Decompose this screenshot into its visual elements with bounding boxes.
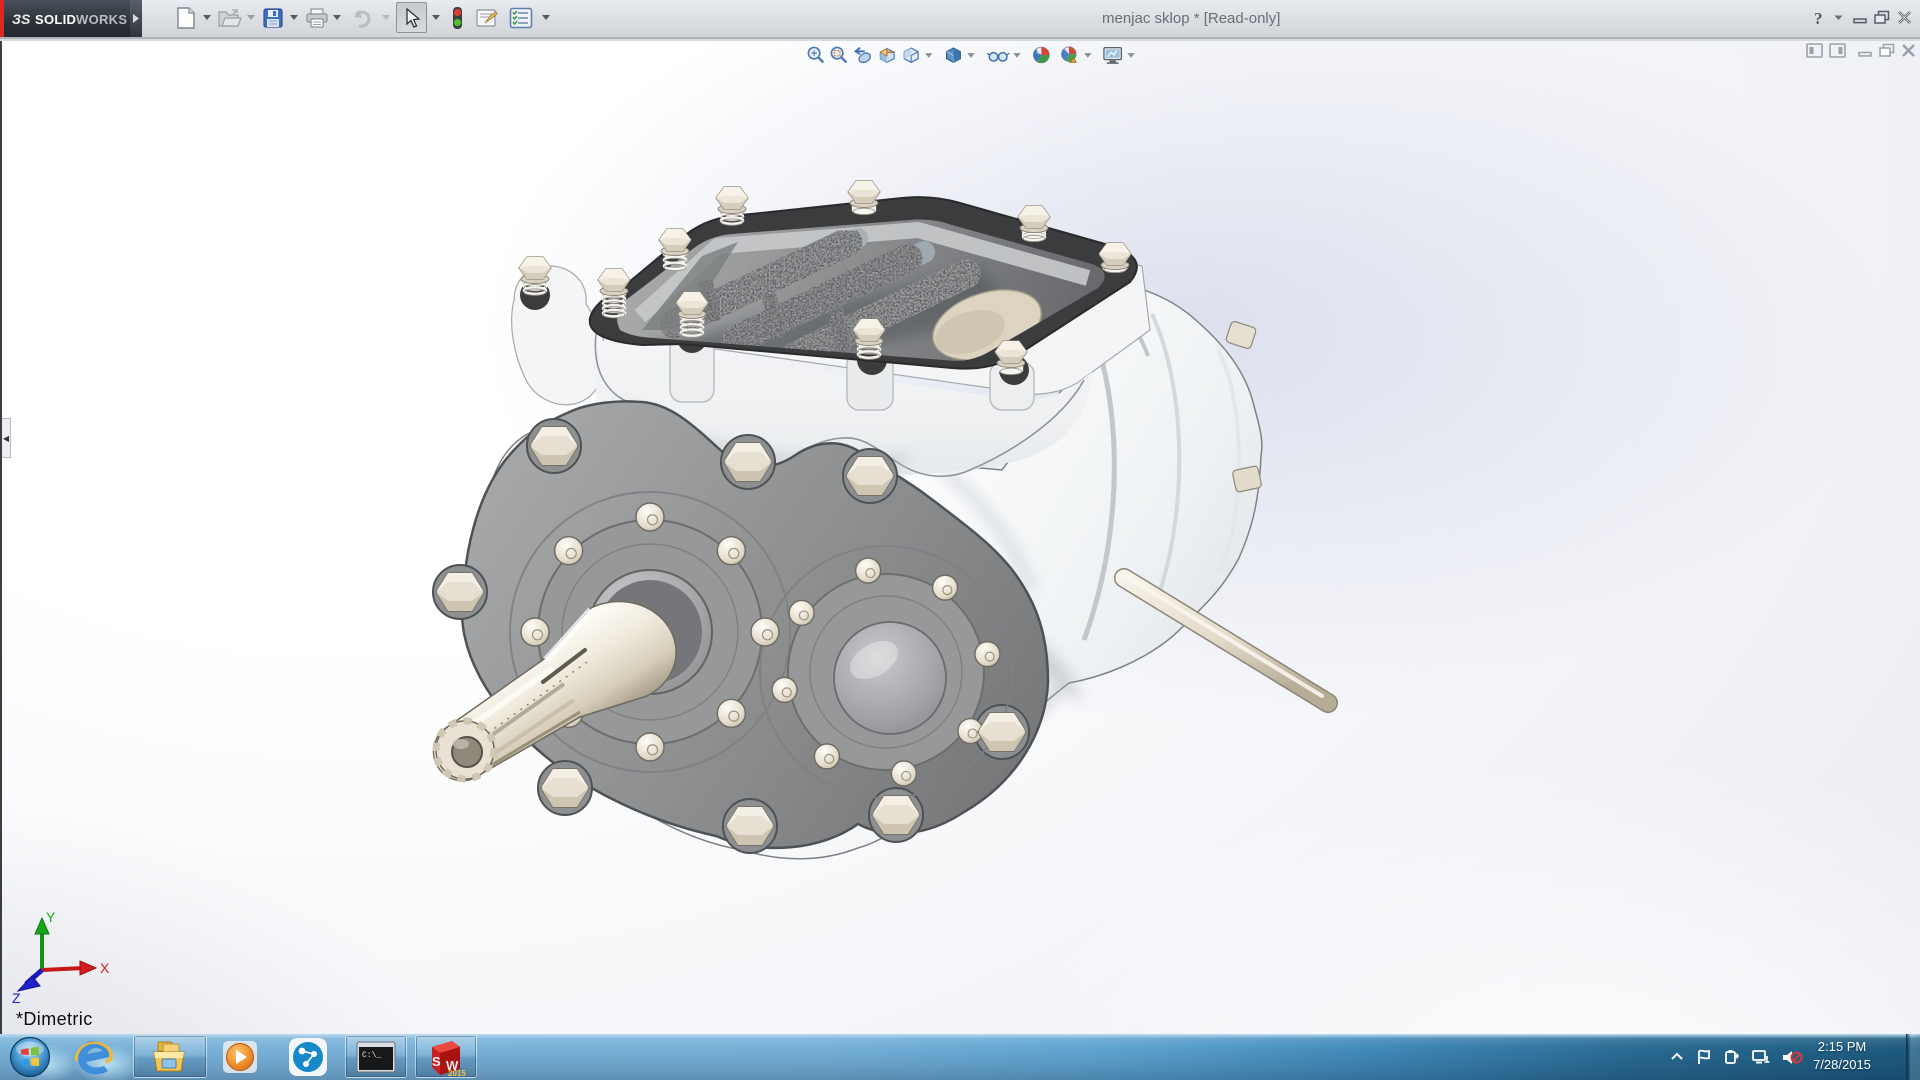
zoom-to-area-icon[interactable] xyxy=(828,45,848,65)
undo-dropdown[interactable] xyxy=(381,13,391,23)
print-button[interactable] xyxy=(304,4,330,32)
cover-bolt xyxy=(519,257,551,295)
svg-text:S: S xyxy=(432,1054,441,1069)
view-orientation-icon[interactable] xyxy=(900,45,921,65)
doc-close-button[interactable] xyxy=(1901,43,1916,63)
open-button[interactable] xyxy=(217,4,243,32)
housing-bolt-tab-lower xyxy=(1232,466,1262,493)
title-bar: ЗS SOLID WORKS xyxy=(0,0,1920,39)
save-dropdown[interactable] xyxy=(289,13,299,23)
svg-text:?: ? xyxy=(1814,9,1823,26)
cover-bolt xyxy=(1018,206,1050,242)
cover-bolt xyxy=(659,229,691,271)
window-close-button[interactable] xyxy=(1893,6,1915,28)
view-settings-icon[interactable] xyxy=(1102,45,1124,65)
svg-text:2015: 2015 xyxy=(448,1069,466,1077)
print-dropdown[interactable] xyxy=(332,13,342,23)
hide-show-items-dropdown[interactable] xyxy=(1012,52,1020,58)
orientation-label: *Dimetric xyxy=(16,1009,93,1030)
section-view-icon[interactable] xyxy=(876,45,897,65)
rebuild-traffic-light-icon[interactable] xyxy=(444,4,470,32)
triad-z-label: Z xyxy=(12,990,21,1006)
doc-minimize-button[interactable] xyxy=(1858,43,1873,63)
volume-muted-icon[interactable] xyxy=(1781,1049,1803,1066)
cover-bolt xyxy=(853,319,885,359)
orientation-triad: Y X Z xyxy=(10,906,120,1006)
triad-y-label: Y xyxy=(46,909,56,925)
graphics-area[interactable]: ◀ xyxy=(0,41,1920,1034)
save-button[interactable] xyxy=(260,4,286,32)
apply-scene-dropdown[interactable] xyxy=(1083,52,1091,58)
right-dome-cap xyxy=(834,622,946,734)
cover-bolt xyxy=(598,269,630,318)
clock-time: 2:15 PM xyxy=(1804,1038,1880,1056)
gearbox-model[interactable] xyxy=(332,120,1352,860)
cover-bolt xyxy=(1099,243,1131,273)
hide-show-items-icon[interactable] xyxy=(986,45,1010,65)
cover-bolt xyxy=(848,181,880,215)
solidworks-logo[interactable]: ЗS SOLID WORKS xyxy=(4,0,130,37)
document-window-controls xyxy=(1800,43,1916,63)
taskbar-clock[interactable]: 2:15 PM 7/28/2015 xyxy=(1804,1038,1880,1074)
select-dropdown[interactable] xyxy=(431,13,441,23)
taskbar-edrawings[interactable] xyxy=(286,1037,330,1077)
help-button[interactable]: ? xyxy=(1809,6,1831,28)
view-orientation-dropdown[interactable] xyxy=(924,52,932,58)
zoom-to-fit-icon[interactable] xyxy=(805,45,825,65)
taskbar-windows-explorer[interactable] xyxy=(133,1035,207,1078)
previous-view-icon[interactable] xyxy=(851,45,873,65)
display-style-dropdown[interactable] xyxy=(967,52,975,58)
display-style-icon[interactable] xyxy=(943,45,964,65)
cover-bolt xyxy=(995,341,1027,375)
doc-pane-right-button[interactable] xyxy=(1829,43,1846,63)
open-dropdown[interactable] xyxy=(246,13,256,23)
window-restore-button[interactable] xyxy=(1871,6,1893,28)
cover-bolt xyxy=(716,187,748,225)
window-title: menjac sklop * [Read-only] xyxy=(1102,10,1280,27)
housing-bolt-tab-upper xyxy=(1225,321,1257,350)
power-icon[interactable] xyxy=(1723,1049,1741,1065)
brand-glyph: ЗS xyxy=(12,11,31,27)
options-dropdown[interactable] xyxy=(541,13,551,23)
edit-appearance-icon[interactable] xyxy=(1031,45,1051,65)
brand-text-works: WORKS xyxy=(76,12,127,27)
help-dropdown[interactable] xyxy=(1832,6,1844,28)
window-minimize-button[interactable] xyxy=(1849,6,1871,28)
view-settings-dropdown[interactable] xyxy=(1127,52,1135,58)
network-icon[interactable] xyxy=(1751,1049,1771,1065)
taskbar: C:\_ S W 2015 2:15 PM 7/28/2015 xyxy=(0,1034,1920,1080)
action-center-icon[interactable] xyxy=(1695,1049,1713,1065)
new-document-dropdown[interactable] xyxy=(202,13,212,23)
brand-flyout-arrow[interactable] xyxy=(130,0,142,37)
taskbar-command-prompt[interactable]: C:\_ xyxy=(345,1035,407,1078)
clock-date: 7/28/2015 xyxy=(1804,1056,1880,1074)
select-tool-button[interactable] xyxy=(396,2,427,33)
show-desktop-button[interactable] xyxy=(1906,1034,1920,1080)
cover-bolt xyxy=(676,292,708,337)
brand-text-solid: SOLID xyxy=(35,12,76,27)
taskbar-solidworks[interactable]: S W 2015 xyxy=(415,1035,477,1078)
taskbar-internet-explorer[interactable] xyxy=(72,1037,116,1077)
solidworks-window: ЗS SOLID WORKS xyxy=(0,0,1920,1080)
file-properties-button[interactable] xyxy=(474,4,500,32)
doc-pane-left-button[interactable] xyxy=(1806,43,1823,63)
headsup-toolbar xyxy=(804,43,1137,67)
new-document-button[interactable] xyxy=(173,4,199,32)
featuremanager-collapse-tab[interactable]: ◀ xyxy=(2,418,11,458)
system-tray xyxy=(1664,1034,1808,1080)
options-button[interactable] xyxy=(508,4,534,32)
triad-x-label: X xyxy=(100,960,110,976)
undo-button[interactable] xyxy=(348,4,374,32)
apply-scene-icon[interactable] xyxy=(1058,45,1080,65)
doc-restore-button[interactable] xyxy=(1879,43,1895,63)
taskbar-media-player[interactable] xyxy=(218,1037,262,1077)
svg-text:C:\_: C:\_ xyxy=(362,1051,381,1060)
show-hidden-icons[interactable] xyxy=(1669,1050,1685,1064)
start-button[interactable] xyxy=(8,1037,52,1077)
